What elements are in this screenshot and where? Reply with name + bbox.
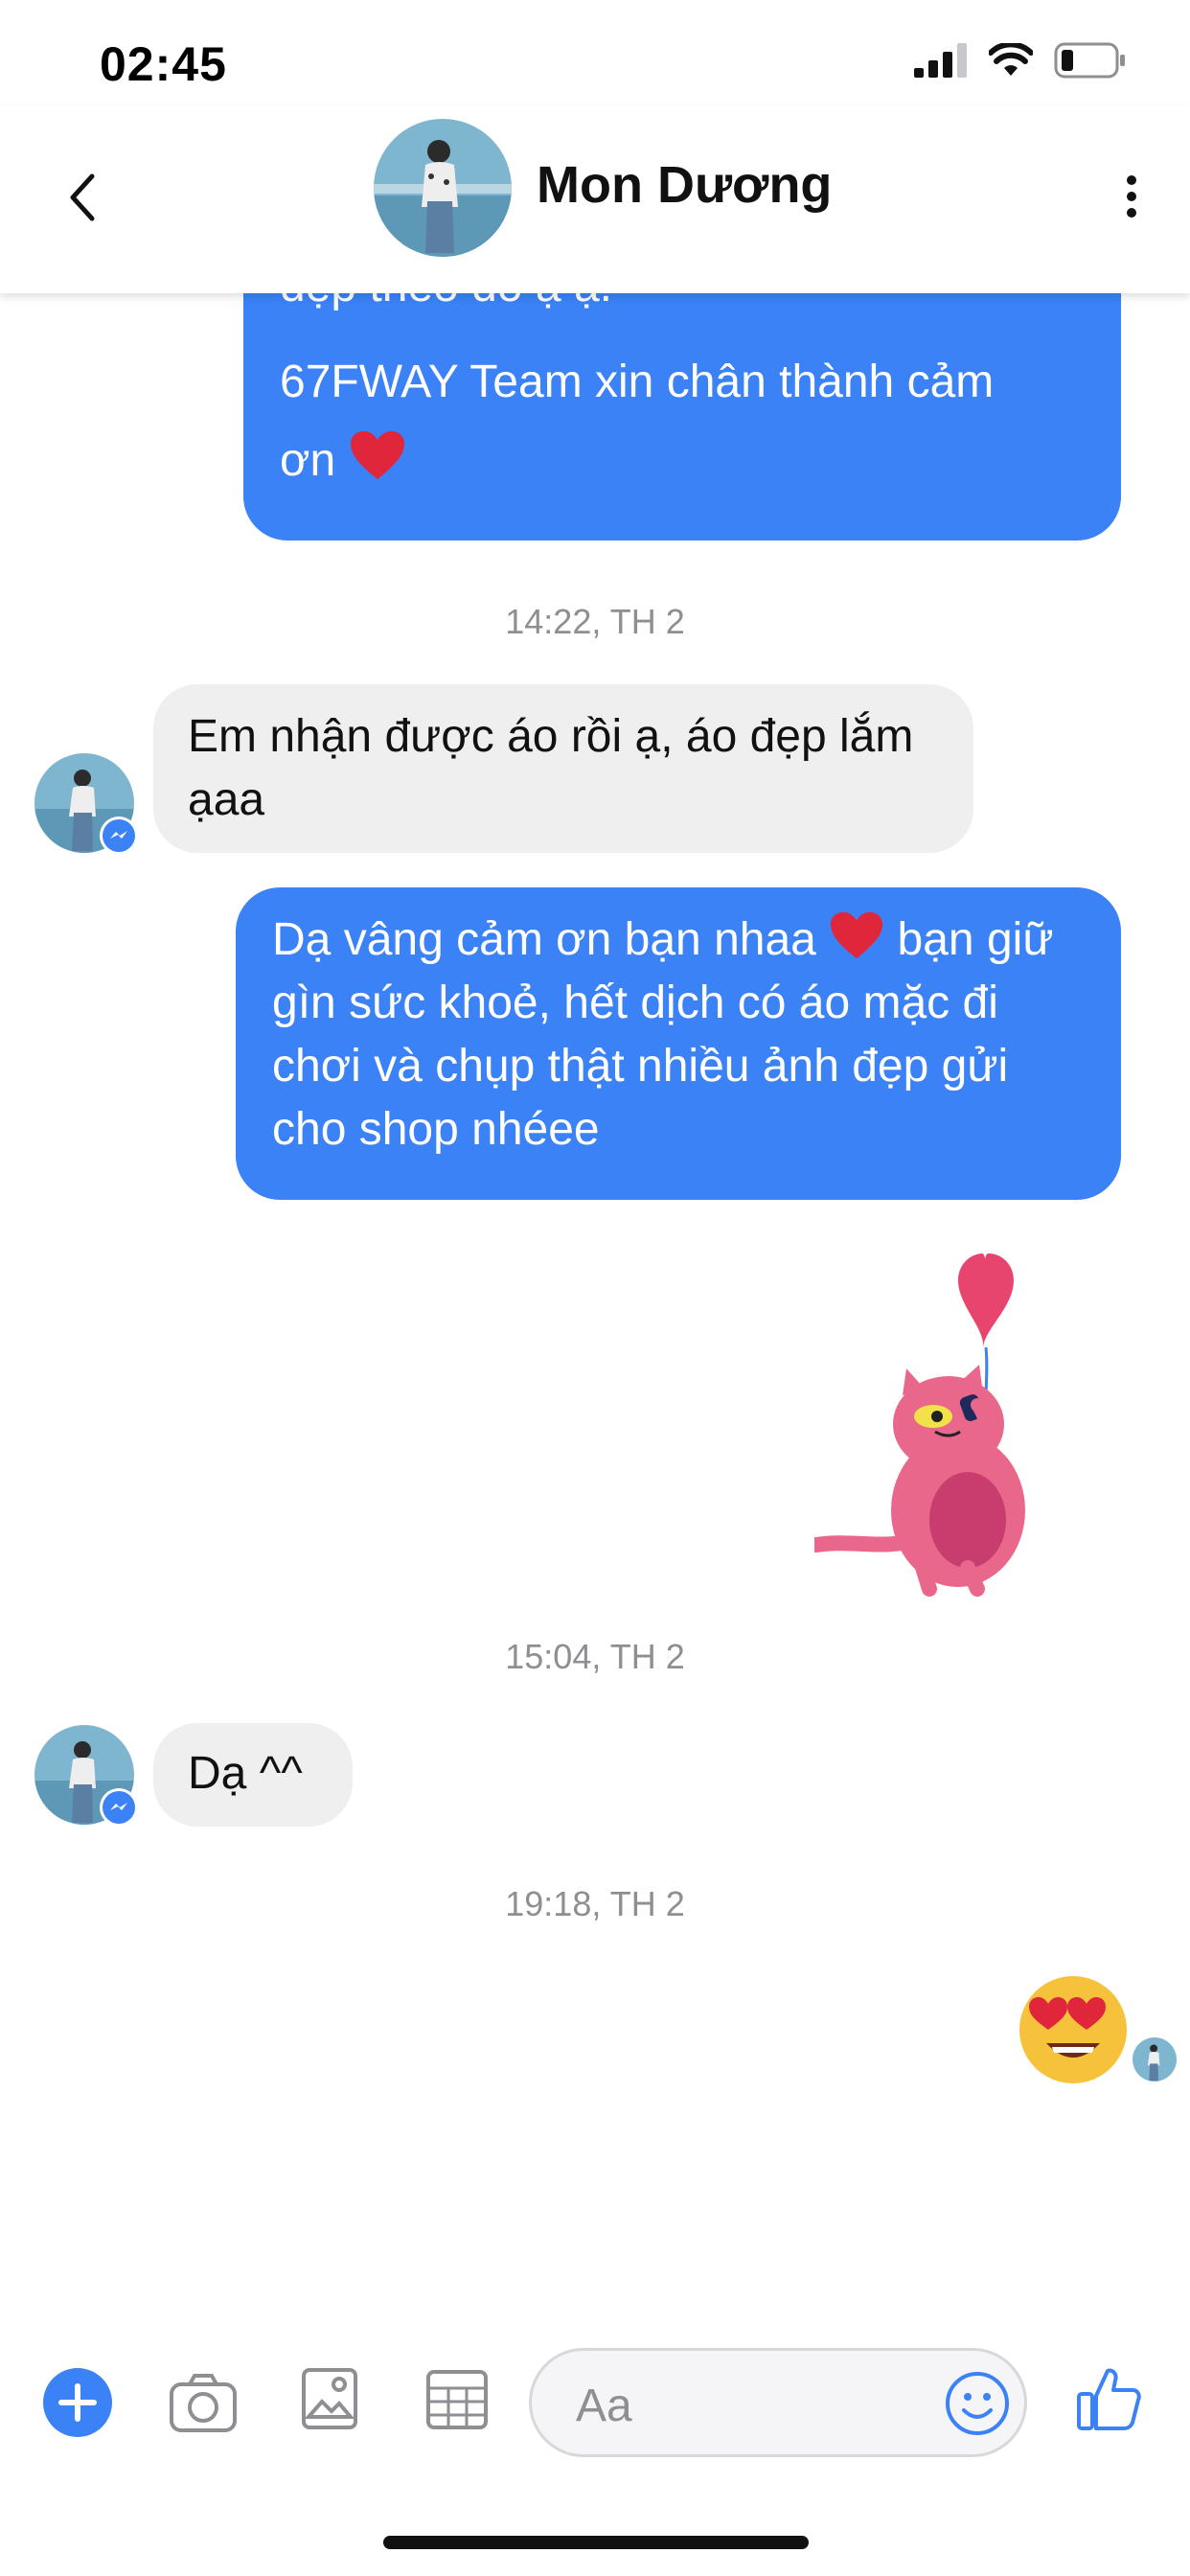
plus-icon <box>43 2368 112 2437</box>
more-vertical-icon <box>1127 175 1136 218</box>
heart-eyes-emoji[interactable] <box>1016 1972 1131 2087</box>
message-text-line: cho shop nhéee <box>272 1104 600 1155</box>
message-line-wrap: Dạ vâng cảm ơn bạn nhaa bạn giữ <box>272 908 1053 972</box>
gif-grid-icon <box>426 2370 488 2429</box>
message-text-line: bạn giữ <box>897 914 1054 965</box>
message-text-line: ơn <box>280 435 336 486</box>
battery-icon <box>1054 42 1125 79</box>
avatar-photo <box>374 119 512 257</box>
message-text-line: 67FWAY Team xin chân thành cảm <box>280 356 995 407</box>
outgoing-message[interactable]: Dạ vâng cảm ơn bạn nhaa bạn giữ gìn sức … <box>236 887 1121 1200</box>
message-text-line: gìn sức khoẻ, hết dịch có áo mặc đi <box>272 978 998 1028</box>
back-button[interactable] <box>59 163 107 230</box>
seen-avatar <box>1133 2037 1177 2082</box>
heart-eyes-emoji-image <box>1019 1976 1127 2083</box>
red-heart-emoji <box>350 431 404 479</box>
status-icons <box>914 42 1127 79</box>
message-text-line: đẹp theo đó ạ ạ. <box>280 293 612 318</box>
smiley-icon <box>946 2372 1009 2435</box>
message-text-line: chơi và chụp thật nhiều ảnh đẹp gửi <box>272 1041 1009 1092</box>
messenger-badge-icon <box>103 819 135 852</box>
more-options-button[interactable] <box>1117 163 1146 230</box>
messenger-badge <box>100 816 138 855</box>
messenger-badge-icon <box>103 1791 135 1824</box>
message-text-line: Dạ vâng cảm ơn bạn nhaa <box>272 914 816 965</box>
conversation-header: Mon Dương <box>0 105 1190 293</box>
incoming-message[interactable]: Em nhận được áo rồi ạ, áo đẹp lắm ạaa <box>153 684 973 853</box>
message-line-wrap: ơn <box>280 429 406 493</box>
timestamp: 15:04, TH 2 <box>505 1637 685 1676</box>
wifi-icon <box>989 43 1033 76</box>
timestamp: 14:22, TH 2 <box>505 602 685 641</box>
image-icon <box>302 2368 357 2429</box>
pink-cat-heart-balloon-sticker[interactable] <box>809 1252 1092 1597</box>
camera-icon <box>170 2374 237 2432</box>
message-input[interactable]: Aa <box>529 2348 1027 2457</box>
message-text: Dạ ^^ <box>188 1748 303 1799</box>
input-placeholder: Aa <box>576 2380 632 2431</box>
emoji-button[interactable] <box>944 2370 1011 2442</box>
sticker-image <box>809 1254 1025 1597</box>
gallery-button[interactable] <box>301 2367 358 2435</box>
status-time: 02:45 <box>100 37 227 91</box>
messenger-badge <box>100 1788 138 1827</box>
incoming-message[interactable]: Dạ ^^ <box>153 1723 353 1827</box>
contact-name[interactable]: Mon Dương <box>537 155 832 215</box>
message-text-line: Em nhận được áo rồi ạ, áo đẹp lắm <box>188 711 914 762</box>
camera-button[interactable] <box>169 2371 238 2439</box>
message-list[interactable]: đẹp theo đó ạ ạ. 67FWAY Team xin chân th… <box>0 293 1190 2344</box>
like-thumb-icon <box>1077 2368 1141 2430</box>
add-button[interactable] <box>42 2367 113 2443</box>
gif-button[interactable] <box>425 2369 489 2435</box>
red-heart-emoji <box>831 911 883 959</box>
avatar-photo <box>1133 2037 1177 2082</box>
message-text-line: ạaa <box>188 774 265 825</box>
home-indicator[interactable] <box>383 2536 809 2549</box>
composer-bar: Aa <box>0 2344 1190 2478</box>
like-button[interactable] <box>1075 2363 1142 2437</box>
outgoing-message[interactable]: đẹp theo đó ạ ạ. 67FWAY Team xin chân th… <box>243 293 1121 540</box>
timestamp: 19:18, TH 2 <box>505 1884 685 1923</box>
back-icon <box>70 173 95 221</box>
contact-avatar[interactable] <box>374 119 512 257</box>
signal-icon <box>914 43 967 78</box>
